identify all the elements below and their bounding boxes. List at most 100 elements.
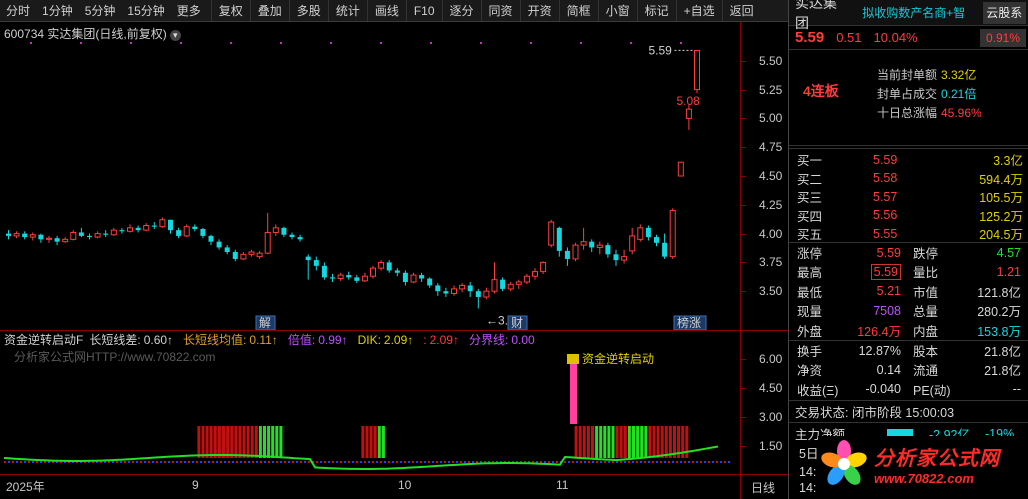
orderbook-row-2[interactable]: 买三 5.57 105.5万 xyxy=(789,187,1028,206)
baseline-dot xyxy=(412,461,414,463)
indicator-bar xyxy=(636,426,640,458)
period-tab-2[interactable]: 5分钟 xyxy=(79,0,122,21)
toolbar-button-8[interactable]: 开资 xyxy=(519,0,559,21)
period-tab-1[interactable]: 1分钟 xyxy=(36,0,79,21)
concept-tag[interactable]: 拟收购数产名商+智 xyxy=(862,4,982,21)
toolbar-button-0[interactable]: 复权 xyxy=(210,0,250,21)
candle-body xyxy=(694,49,700,91)
orderbook-vol-0: 3.3亿 xyxy=(993,154,1023,168)
indicator-title[interactable]: 资金逆转启动F xyxy=(4,333,83,347)
toolbar-button-5[interactable]: F10 xyxy=(405,0,442,21)
candle-body xyxy=(564,250,570,259)
top-dot-marker xyxy=(180,42,182,44)
candle-body xyxy=(313,260,319,266)
indicator-bar xyxy=(365,426,369,458)
orderbook-row-1[interactable]: 买二 5.58 594.4万 xyxy=(789,169,1028,188)
indicator-bar xyxy=(254,426,258,458)
candle-body xyxy=(589,241,595,248)
candle-body xyxy=(135,227,141,231)
stat-val-b-3: 280.2万 xyxy=(977,305,1021,320)
baseline-dot xyxy=(440,461,442,463)
toolbar-button-1[interactable]: 叠加 xyxy=(249,0,289,21)
signal-pillar xyxy=(570,362,577,424)
candle-body xyxy=(87,235,92,238)
date-label-0: 2025年 xyxy=(6,480,45,494)
baseline-dot xyxy=(668,461,670,463)
candle-body xyxy=(305,256,311,261)
candlestick-chart[interactable]: 600734 实达集团(日线,前复权) ▾ 5.59 5.08 ←3.35 解财榜涨 xyxy=(0,22,740,330)
candle-body xyxy=(483,290,490,298)
price-tick-mark xyxy=(741,291,746,293)
toolbar-button-11[interactable]: 标记 xyxy=(636,0,676,21)
cloud-button[interactable]: 云股系 xyxy=(982,1,1026,24)
baseline-dot xyxy=(252,461,254,463)
toolbar-button-6[interactable]: 逐分 xyxy=(441,0,481,21)
indicator-tick-mark xyxy=(741,445,746,447)
divider xyxy=(789,242,1028,243)
baseline-dot xyxy=(472,461,474,463)
candle-body xyxy=(515,281,522,285)
flower-logo-icon xyxy=(821,440,867,485)
candle-body xyxy=(29,234,36,238)
price-axis: 5.50 5.25 5.00 4.75 4.50 4.25 4.00 3.75 3.50 xyxy=(740,22,788,330)
top-dot-marker xyxy=(630,42,632,44)
baseline-dot xyxy=(680,461,682,463)
period-tab-4[interactable]: 更多 xyxy=(171,0,207,21)
candle-body xyxy=(200,228,206,236)
candle-body xyxy=(435,285,441,292)
price-tick-mark xyxy=(741,233,746,235)
orderbook-vol-4: 204.5万 xyxy=(979,228,1023,242)
stats-row-0: 涨停 5.59 跌停 4.57 xyxy=(789,243,1028,262)
candle-body xyxy=(38,234,44,240)
stat-key-b-2: 市值 xyxy=(913,285,939,300)
period-tab-3[interactable]: 15分钟 xyxy=(121,0,170,21)
toolbar-button-10[interactable]: 小窗 xyxy=(597,0,637,21)
price-tick-1: 5.25 xyxy=(759,82,783,97)
toolbar-button-7[interactable]: 同资 xyxy=(480,0,520,21)
period-label-box[interactable]: 日线 xyxy=(740,474,788,499)
candle-body xyxy=(556,227,562,251)
trade-state: 交易状态: 闭市阶段 15:00:03 xyxy=(789,402,1028,421)
orderbook-price-1: 5.58 xyxy=(873,171,898,185)
toolbar-button-12[interactable]: +自选 xyxy=(675,0,722,21)
orderbook-row-0[interactable]: 买一 5.59 3.3亿 xyxy=(789,150,1028,169)
baseline-dot xyxy=(376,461,378,463)
baseline-dot xyxy=(468,461,470,463)
toolbar-button-9[interactable]: 简框 xyxy=(558,0,598,21)
indicator-tick-mark xyxy=(741,416,746,418)
indicator-label-0: 长短线差: xyxy=(89,333,141,347)
toolbar-button-13[interactable]: 返回 xyxy=(721,0,761,21)
candle-body xyxy=(669,210,676,258)
baseline-dot xyxy=(676,461,678,463)
indicator-bar xyxy=(615,426,619,458)
stat-key-b-1: 量比 xyxy=(913,266,939,281)
orderbook-vol-3: 125.2万 xyxy=(979,209,1023,224)
indicator-label-3: DIK: xyxy=(357,333,381,347)
quote-panel: 实达集团 拟收购数产名商+智 云股系 5.59 0.51 10.04% 0.91… xyxy=(788,0,1028,499)
baseline-dot xyxy=(604,461,606,463)
date-label-2: 10 xyxy=(398,478,412,492)
toolbar-button-3[interactable]: 统计 xyxy=(327,0,367,21)
indicator-tick-2: 3.00 xyxy=(759,409,783,424)
stat-val-a-1: 5.59 xyxy=(870,263,901,280)
indicator-value-2: 0.99↑ xyxy=(318,333,348,347)
baseline-dot xyxy=(32,461,34,463)
orderbook-row-4[interactable]: 买五 5.55 204.5万 xyxy=(789,224,1028,243)
stat-key-a-4: 外盘 xyxy=(797,324,823,339)
baseline-dot xyxy=(568,461,570,463)
seal-value-2: 45.96% xyxy=(941,106,982,120)
toolbar-button-2[interactable]: 多股 xyxy=(288,0,328,21)
candle-body xyxy=(507,283,514,290)
period-tab-0[interactable]: 分时 xyxy=(0,0,36,21)
price-tick-mark xyxy=(741,147,746,149)
indicator-bar xyxy=(381,426,385,458)
candle-body xyxy=(540,261,547,273)
baseline-dot xyxy=(168,461,170,463)
flow-row-2-text: 5日 xyxy=(799,447,819,461)
indicator-bar xyxy=(205,426,209,458)
baseline-dot xyxy=(244,461,246,463)
indicator-svg: 资金逆转启动 xyxy=(3,351,730,470)
orderbook-row-3[interactable]: 买四 5.56 125.2万 xyxy=(789,206,1028,225)
indicator-bar xyxy=(627,426,631,458)
toolbar-button-4[interactable]: 画线 xyxy=(366,0,406,21)
